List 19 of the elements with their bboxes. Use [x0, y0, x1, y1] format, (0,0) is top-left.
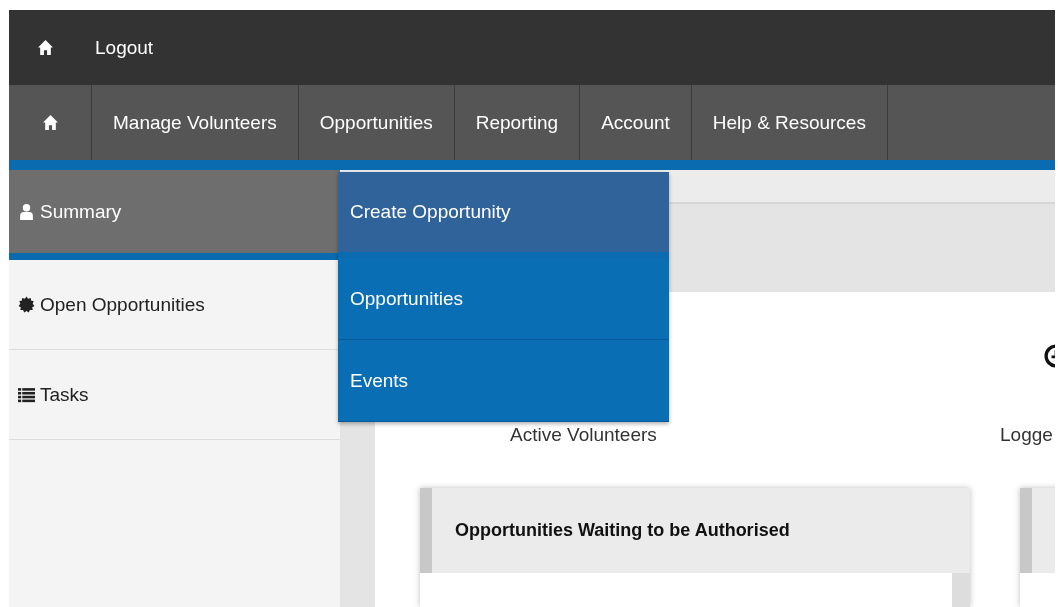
home-icon [36, 39, 54, 56]
stat-label: Active Volunteers [510, 424, 657, 446]
list-icon [18, 386, 35, 403]
menu-item[interactable]: Create Opportunity [338, 172, 669, 258]
logout-link[interactable]: Logout [81, 36, 154, 59]
card-title: Opportunities Waiting to be Authorised [454, 520, 790, 541]
sidebar-item[interactable]: Summary [9, 170, 340, 260]
scrollbar-track [952, 573, 970, 607]
nav-item[interactable]: Account [580, 85, 692, 160]
menu-item[interactable]: Opportunities [338, 258, 669, 340]
stat-label: Logge [1000, 424, 1054, 446]
nav-item[interactable]: Reporting [454, 85, 581, 160]
user-icon [18, 203, 35, 220]
home-icon [41, 114, 59, 131]
badge-icon [18, 296, 35, 313]
nav-item[interactable]: Help & Resources [691, 85, 888, 160]
nav-item[interactable]: Manage Volunteers [92, 85, 299, 160]
menu-item[interactable]: Events [338, 340, 669, 422]
nav-item[interactable]: Opportunities [298, 85, 455, 160]
